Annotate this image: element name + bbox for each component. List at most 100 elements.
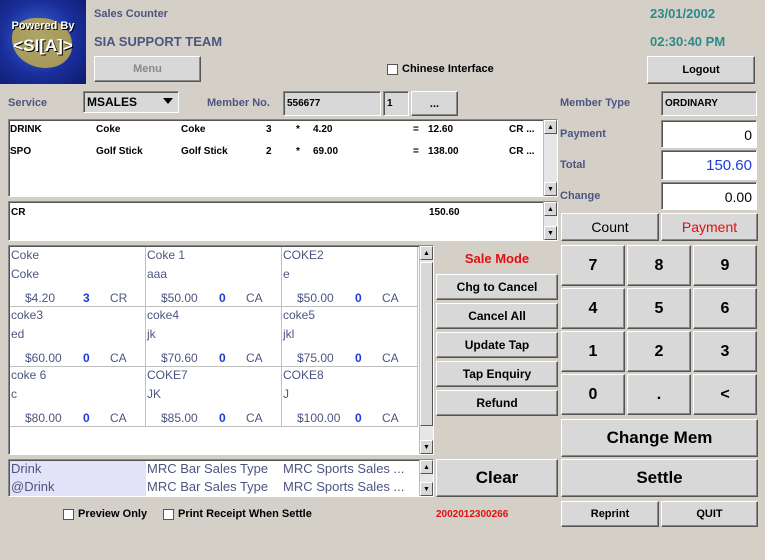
print-receipt-checkbox[interactable]: [163, 509, 174, 520]
change-label: Change: [560, 190, 601, 202]
product-type: CR: [110, 291, 128, 305]
member-type-label: Member Type: [560, 97, 631, 109]
print-receipt-label: Print Receipt When Settle: [178, 508, 312, 520]
product-tile[interactable]: Coke 1 aaa $50.00 0 CA: [146, 247, 282, 307]
product-type: CA: [246, 351, 263, 365]
category-list[interactable]: Drink MRC Bar Sales Type MRC Sports Sales …: [8, 459, 434, 497]
payment-label: Payment: [560, 128, 606, 140]
member-seq-field[interactable]: 1: [383, 91, 409, 116]
product-price: $70.60: [161, 351, 198, 365]
settle-button[interactable]: Settle: [561, 459, 758, 497]
keypad-key[interactable]: 0: [561, 374, 625, 415]
team-name: SIA SUPPORT TEAM: [94, 34, 223, 49]
product-desc: jk: [147, 327, 156, 341]
keypad-key[interactable]: 5: [627, 288, 691, 329]
chg-to-cancel-button[interactable]: Chg to Cancel: [436, 274, 558, 300]
product-type: CA: [382, 351, 399, 365]
category-item[interactable]: MRC Bar Sales Type: [147, 461, 268, 476]
product-name: coke5: [283, 308, 316, 322]
category-scrollbar[interactable]: ▲ ▼: [419, 460, 433, 496]
keypad-key[interactable]: .: [627, 374, 691, 415]
payment-tab[interactable]: Payment: [661, 213, 758, 241]
update-tap-button[interactable]: Update Tap: [436, 332, 558, 358]
product-tile[interactable]: COKE2 e $50.00 0 CA: [282, 247, 418, 307]
keypad-key[interactable]: 3: [693, 331, 757, 372]
product-name: Coke 1: [147, 248, 186, 262]
product-tile[interactable]: coke 6 c $80.00 0 CA: [10, 367, 146, 427]
scroll-up-icon[interactable]: ▲: [420, 246, 433, 260]
logout-button[interactable]: Logout: [647, 56, 755, 84]
line-qty: 3: [266, 124, 272, 135]
member-no-field[interactable]: 556677: [283, 91, 381, 116]
product-tile[interactable]: COKE7 JK $85.00 0 CA: [146, 367, 282, 427]
product-scrollbar[interactable]: ▲ ▼: [419, 246, 433, 454]
keypad-key[interactable]: <: [693, 374, 757, 415]
line-items-scrollbar[interactable]: ▲ ▼: [543, 120, 557, 196]
category-item[interactable]: MRC Sports Sales ...: [283, 461, 404, 476]
product-qty: 0: [355, 411, 362, 425]
product-price: $85.00: [161, 411, 198, 425]
cancel-all-button[interactable]: Cancel All: [436, 303, 558, 329]
line-items-list[interactable]: DRINK Coke Coke 3 * 4.20 = 12.60 CR ... SPO Golf S…: [8, 119, 558, 197]
service-select[interactable]: MSALES: [83, 91, 179, 113]
product-desc: ed: [11, 327, 25, 341]
keypad-key[interactable]: 4: [561, 288, 625, 329]
summary-scrollbar[interactable]: ▲ ▼: [543, 202, 557, 240]
scroll-up-icon[interactable]: ▲: [544, 202, 557, 216]
quit-button[interactable]: QUIT: [661, 501, 758, 527]
scroll-up-icon[interactable]: ▲: [544, 120, 557, 134]
product-tile[interactable]: Coke Coke $4.20 3 CR: [10, 247, 146, 307]
total-value: 150.60: [706, 157, 752, 174]
change-field: 0.00: [661, 182, 757, 210]
member-lookup-button[interactable]: ...: [411, 91, 458, 116]
scroll-thumb[interactable]: [420, 262, 433, 426]
category-item[interactable]: MRC Sports Sales ...: [283, 479, 404, 494]
chinese-interface-checkbox[interactable]: [387, 64, 398, 75]
category-item[interactable]: Drink: [11, 461, 41, 476]
member-no-label: Member No.: [207, 97, 270, 109]
product-type: CA: [382, 291, 399, 305]
receipt-number: 2002012300266: [436, 509, 509, 520]
preview-only-label: Preview Only: [78, 508, 148, 520]
scroll-down-icon[interactable]: ▼: [420, 482, 433, 496]
product-qty: 0: [219, 351, 226, 365]
product-grid[interactable]: Coke Coke $4.20 3 CR Coke 1 aaa $50.00 0 CA COKE2 e…: [8, 245, 434, 455]
keypad-key[interactable]: 9: [693, 245, 757, 286]
scroll-down-icon[interactable]: ▼: [544, 226, 557, 240]
category-item[interactable]: MRC Bar Sales Type: [147, 479, 268, 494]
product-tile[interactable]: coke5 jkl $75.00 0 CA: [282, 307, 418, 367]
product-price: $60.00: [25, 351, 62, 365]
product-tile[interactable]: coke4 jk $70.60 0 CA: [146, 307, 282, 367]
keypad-key[interactable]: 8: [627, 245, 691, 286]
scroll-up-icon[interactable]: ▲: [420, 460, 433, 474]
tap-enquiry-button[interactable]: Tap Enquiry: [436, 361, 558, 387]
product-name: COKE7: [147, 368, 188, 382]
count-tab[interactable]: Count: [561, 213, 659, 241]
app-title: Sales Counter: [94, 8, 168, 20]
product-price: $4.20: [25, 291, 56, 305]
reprint-button[interactable]: Reprint: [561, 501, 659, 527]
product-desc: aaa: [147, 267, 168, 281]
line-item: Coke: [96, 124, 121, 135]
product-name: COKE8: [283, 368, 324, 382]
total-field: 150.60: [661, 150, 757, 180]
keypad-key[interactable]: 1: [561, 331, 625, 372]
total-label: Total: [560, 159, 586, 171]
scroll-down-icon[interactable]: ▼: [544, 182, 557, 196]
keypad-key[interactable]: 2: [627, 331, 691, 372]
keypad-key[interactable]: 6: [693, 288, 757, 329]
line-x: *: [296, 146, 300, 157]
summary-list[interactable]: CR 150.60 ▲ ▼: [8, 201, 558, 241]
product-qty: 3: [83, 291, 90, 305]
clear-button[interactable]: Clear: [436, 459, 558, 497]
product-tile[interactable]: COKE8 J $100.00 0 CA: [282, 367, 418, 427]
category-item[interactable]: @Drink: [11, 479, 55, 494]
product-price: $80.00: [25, 411, 62, 425]
refund-button[interactable]: Refund: [436, 390, 558, 416]
scroll-down-icon[interactable]: ▼: [420, 440, 433, 454]
menu-button[interactable]: Menu: [94, 56, 201, 82]
change-mem-button[interactable]: Change Mem: [561, 419, 758, 457]
keypad-key[interactable]: 7: [561, 245, 625, 286]
preview-only-checkbox[interactable]: [63, 509, 74, 520]
product-tile[interactable]: coke3 ed $60.00 0 CA: [10, 307, 146, 367]
